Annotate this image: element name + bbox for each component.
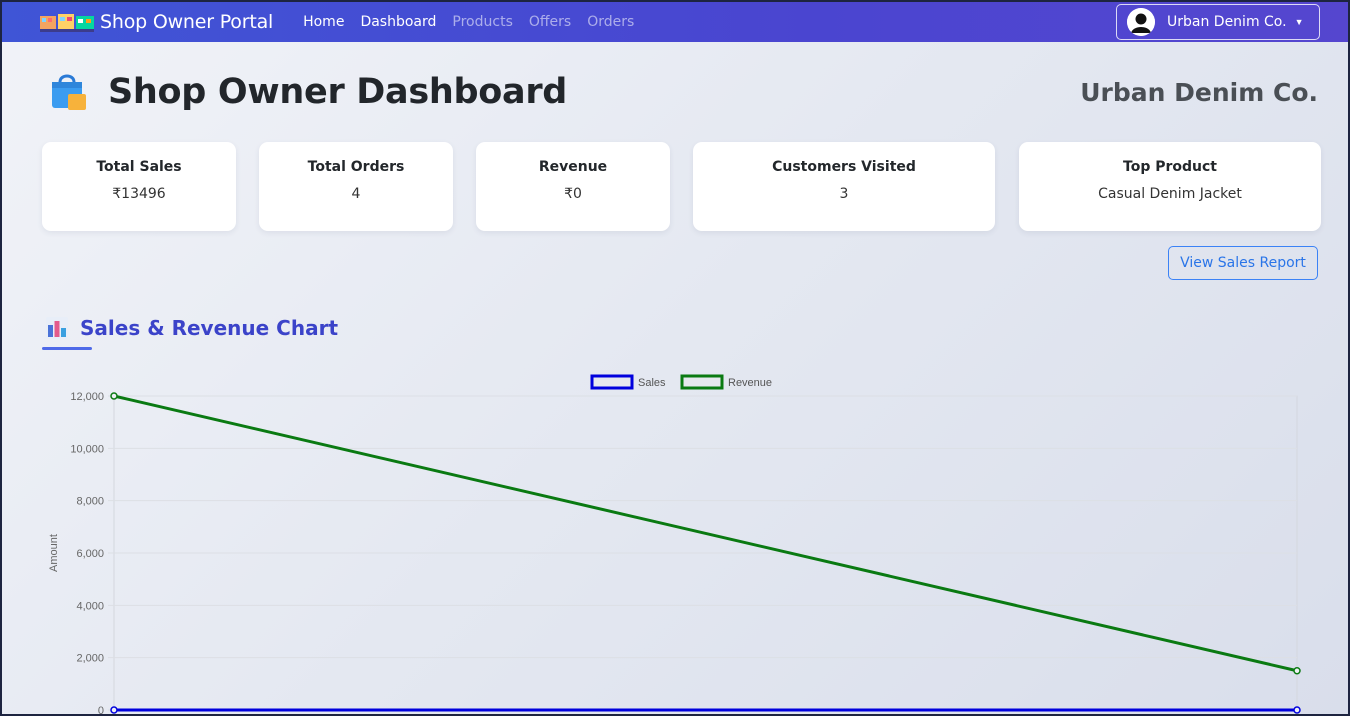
stat-card-total-sales: Total Sales ₹13496	[42, 142, 236, 231]
bar-chart-icon	[46, 317, 68, 339]
series-line-revenue	[113, 394, 1298, 673]
stat-value: 3	[839, 186, 849, 202]
y-axis-ticks: 0 2,000 4,000 6,000 8,000 10,000 12,000	[70, 391, 104, 716]
chart-section-title: Sales & Revenue Chart	[80, 316, 338, 340]
user-name: Urban Denim Co.	[1167, 14, 1287, 30]
user-avatar-icon	[1127, 8, 1155, 36]
shop-name: Urban Denim Co.	[1080, 78, 1318, 107]
stat-value: ₹0	[564, 186, 582, 202]
section-underline	[42, 347, 92, 350]
nav-link-offers[interactable]: Offers	[521, 14, 579, 30]
y-tick-label: 12,000	[70, 391, 104, 403]
stat-title: Customers Visited	[772, 159, 916, 175]
stat-title: Total Sales	[96, 159, 182, 175]
legend-label[interactable]: Revenue	[728, 377, 772, 389]
legend-label[interactable]: Sales	[638, 377, 666, 389]
chart-section-header: Sales & Revenue Chart	[46, 316, 338, 340]
data-point-revenue[interactable]	[1293, 667, 1301, 675]
shopping-bag-icon	[52, 74, 86, 110]
y-tick-label: 4,000	[76, 600, 104, 612]
brand-title: Shop Owner Portal	[100, 11, 274, 33]
stat-card-total-orders: Total Orders 4	[259, 142, 453, 231]
chart-legend: Sales Revenue	[590, 374, 772, 390]
y-tick-label: 10,000	[70, 443, 104, 455]
y-tick-label: 0	[98, 705, 104, 716]
stat-title: Total Orders	[307, 159, 405, 175]
page-header: Shop Owner Dashboard	[46, 70, 567, 114]
nav-link-orders[interactable]: Orders	[579, 14, 642, 30]
user-menu-button[interactable]: Urban Denim Co. ▼	[1116, 4, 1320, 40]
nav-links: Home Dashboard Products Offers Orders	[295, 14, 642, 30]
nav-link-home[interactable]: Home	[295, 14, 352, 30]
view-sales-report-button[interactable]: View Sales Report	[1168, 246, 1318, 280]
sales-revenue-chart: Sales Revenue 0 2,000 4,000 6,000 8,000 10,000…	[48, 374, 1301, 716]
navbar: Shop Owner Portal Home Dashboard Product…	[2, 2, 1348, 42]
stat-value: 4	[351, 186, 361, 202]
chart-grid	[108, 395, 1298, 711]
shop-logo-icon	[40, 14, 94, 32]
brand[interactable]: Shop Owner Portal	[40, 11, 273, 33]
stat-value: ₹13496	[112, 186, 166, 202]
y-tick-label: 8,000	[76, 496, 104, 508]
y-tick-label: 2,000	[76, 653, 104, 665]
data-point-sales[interactable]	[110, 706, 118, 714]
stat-title: Revenue	[538, 159, 608, 175]
stat-title: Top Product	[1123, 159, 1217, 175]
legend-swatch[interactable]	[590, 374, 634, 390]
y-tick-label: 6,000	[76, 548, 104, 560]
nav-link-dashboard[interactable]: Dashboard	[352, 14, 444, 30]
stat-card-top-product: Top Product Casual Denim Jacket	[1019, 142, 1321, 231]
chevron-down-icon: ▼	[1294, 17, 1304, 27]
nav-link-products[interactable]: Products	[444, 14, 520, 30]
stat-card-revenue: Revenue ₹0	[476, 142, 670, 231]
data-point-revenue[interactable]	[110, 392, 118, 400]
legend-swatch[interactable]	[680, 374, 724, 390]
stat-value: Casual Denim Jacket	[1098, 186, 1242, 202]
y-axis-label: Amount	[48, 534, 60, 572]
stat-card-customers-visited: Customers Visited 3	[693, 142, 995, 231]
page-title: Shop Owner Dashboard	[108, 72, 568, 112]
data-point-sales[interactable]	[1293, 706, 1301, 714]
